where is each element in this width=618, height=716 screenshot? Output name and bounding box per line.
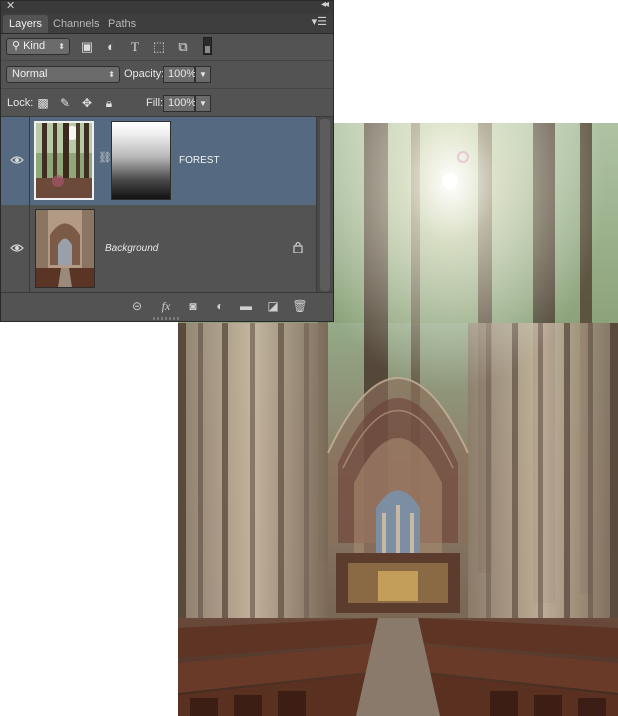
lock-transparent-pixels-icon[interactable]: ▩ — [35, 95, 51, 111]
lock-image-pixels-icon[interactable]: ✎ — [57, 95, 73, 111]
tab-layers[interactable]: Layers — [3, 15, 49, 33]
divider — [29, 117, 30, 205]
tab-paths[interactable]: Paths — [102, 15, 142, 33]
blend-mode-value: Normal — [12, 68, 48, 80]
opacity-dropdown-button[interactable]: ▼ — [195, 66, 211, 83]
filter-toggle-switch[interactable] — [203, 37, 212, 55]
layer-name[interactable]: Background — [105, 243, 158, 254]
panel-menu-icon[interactable]: ▾☰ — [312, 15, 327, 28]
close-icon[interactable]: ✕ — [6, 0, 15, 12]
lock-fill-row: Lock: ▩ ✎ ✥ 🔒︎ Fill: 100% ▼ — [1, 90, 333, 117]
pixel-layer-filter-icon[interactable]: ▣ — [79, 39, 95, 55]
divider — [29, 205, 30, 293]
search-icon: ⚲ — [12, 40, 21, 52]
new-layer-icon[interactable]: ◪ — [264, 298, 282, 314]
smart-object-filter-icon[interactable]: ⧉ — [175, 39, 191, 55]
lock-all-icon[interactable]: 🔒︎ — [101, 95, 117, 111]
layer-thumbnail-forest[interactable] — [34, 121, 94, 200]
layer-thumbnail-background[interactable] — [35, 209, 95, 288]
tab-channels[interactable]: Channels — [47, 15, 105, 33]
chevron-updown-icon: ⬍ — [108, 70, 115, 79]
opacity-label: Opacity: — [124, 68, 165, 80]
fill-label: Fill: — [146, 97, 164, 109]
group-folder-icon[interactable]: ▬ — [237, 298, 255, 314]
fill-input[interactable]: 100% — [163, 95, 196, 112]
adjustment-layer-filter-icon[interactable]: ◐ — [103, 39, 119, 55]
scrollbar-thumb[interactable] — [320, 119, 330, 291]
layers-list: ⛓ FOREST Background — [1, 117, 319, 294]
fx-icon[interactable]: fx — [157, 298, 175, 314]
layers-scrollbar[interactable] — [316, 117, 333, 294]
fill-dropdown-button[interactable]: ▼ — [195, 95, 211, 112]
opacity-input[interactable]: 100% — [163, 66, 196, 83]
panel-footer: ⊝ fx ◙ ◐ ▬ ◪ 🗑︎ — [1, 292, 333, 321]
layers-panel: ✕ ◂◂ Layers Channels Paths ▾☰ ⚲ Kind ⬍ ▣ … — [0, 0, 334, 322]
layer-mask-link-icon[interactable]: ⛓ — [98, 151, 112, 165]
layer-mask-thumbnail[interactable] — [111, 121, 171, 200]
type-layer-filter-icon[interactable]: T — [127, 39, 143, 55]
link-layers-icon[interactable]: ⊝ — [128, 298, 146, 314]
layer-filter-row: ⚲ Kind ⬍ ▣ ◐ T ⬚ ⧉ — [1, 34, 333, 61]
blend-mode-dropdown[interactable]: Normal ⬍ — [6, 66, 120, 83]
filter-kind-dropdown[interactable]: ⚲ Kind ⬍ — [6, 38, 70, 55]
resize-grip[interactable] — [153, 317, 181, 320]
adjustment-layer-icon[interactable]: ◐ — [211, 298, 229, 314]
visibility-eye-icon[interactable] — [10, 154, 24, 166]
layer-name[interactable]: FOREST — [179, 155, 220, 166]
shape-layer-filter-icon[interactable]: ⬚ — [151, 39, 167, 55]
layer-lock-icon — [293, 241, 303, 254]
blend-opacity-row: Normal ⬍ Opacity: 100% ▼ — [1, 62, 333, 89]
layer-row-forest[interactable]: ⛓ FOREST — [1, 117, 319, 206]
layer-row-background[interactable]: Background — [1, 205, 319, 294]
filter-kind-label: Kind — [23, 40, 46, 52]
panel-titlebar: ✕ ◂◂ — [1, 0, 333, 13]
collapse-panel-icon[interactable]: ◂◂ — [321, 0, 329, 10]
panel-tabs: Layers Channels Paths ▾☰ — [1, 13, 333, 34]
chevron-updown-icon: ⬍ — [58, 42, 65, 51]
lock-label: Lock: — [7, 97, 34, 109]
lock-position-icon[interactable]: ✥ — [79, 95, 95, 111]
visibility-eye-icon[interactable] — [10, 242, 24, 254]
trash-icon[interactable]: 🗑︎ — [291, 298, 309, 314]
add-mask-icon[interactable]: ◙ — [184, 298, 202, 314]
